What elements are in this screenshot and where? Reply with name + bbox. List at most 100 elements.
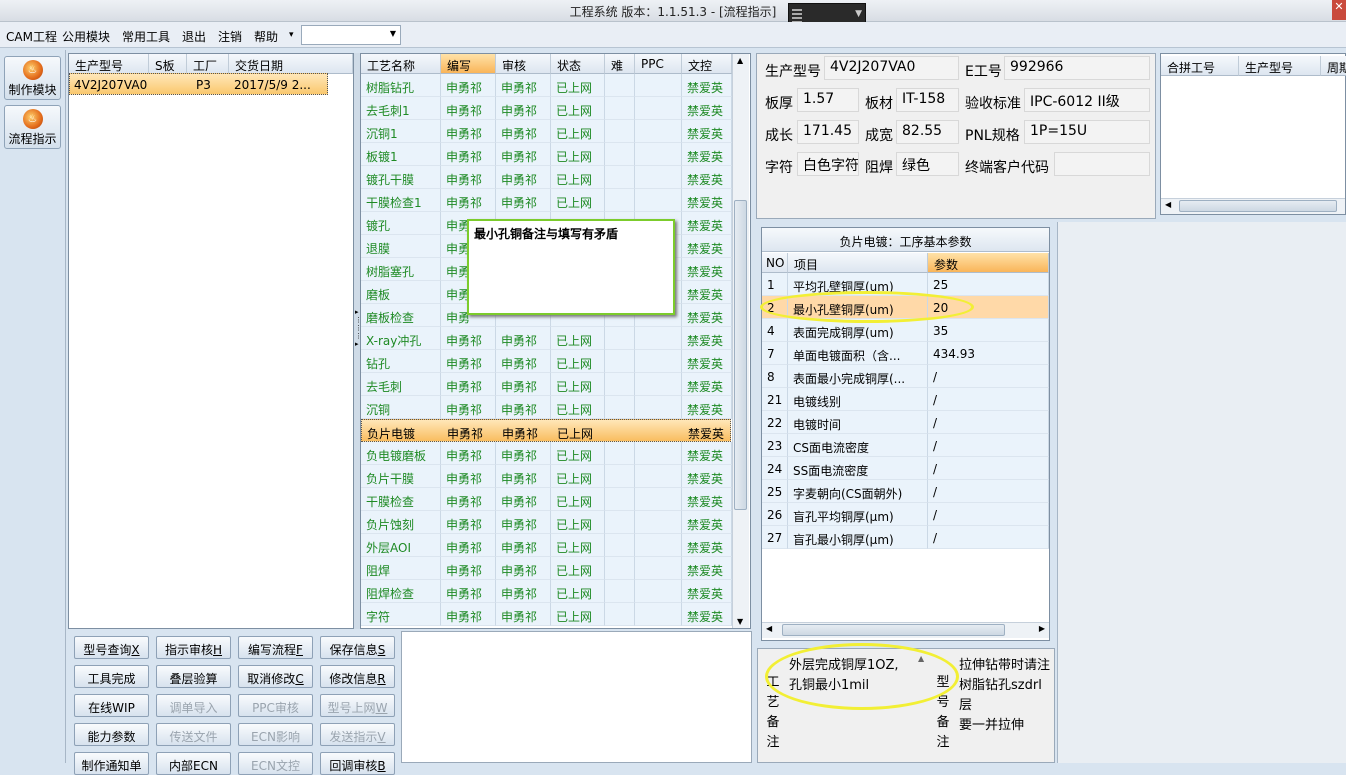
standard-field[interactable]: IPC-6012 II级 bbox=[1024, 88, 1150, 112]
horizontal-scrollbar[interactable]: ◀ ▶ bbox=[762, 622, 1049, 638]
edit-flow-button[interactable]: 编写流程F bbox=[238, 636, 313, 659]
online-wip-button[interactable]: 在线WIP bbox=[74, 694, 149, 717]
col-header-ppc[interactable]: PPC bbox=[635, 54, 682, 74]
table-row[interactable]: 25 字麦朝向(CS面朝外) / bbox=[762, 480, 1049, 503]
col-header-reviewer[interactable]: 审核 bbox=[496, 54, 551, 74]
table-row[interactable]: 26 盲孔平均铜厚(μm) / bbox=[762, 503, 1049, 526]
scrollbar-thumb[interactable] bbox=[734, 200, 747, 510]
col-header-doc[interactable]: 文控 bbox=[682, 54, 732, 74]
nav-make-module[interactable]: ♨ 制作模块 bbox=[4, 56, 61, 100]
ppc-review-button[interactable]: PPC审核 bbox=[238, 694, 313, 717]
table-row[interactable]: 负电镀磨板 申勇祁 申勇祁 已上网 禁爱英 bbox=[361, 442, 732, 465]
col-header-item[interactable]: 项目 bbox=[788, 253, 928, 273]
width-field[interactable]: 82.55 bbox=[896, 120, 959, 144]
table-row[interactable]: 树脂钻孔 申勇祁 申勇祁 已上网 禁爱英 bbox=[361, 74, 732, 97]
col-header-s[interactable]: S板 bbox=[149, 54, 187, 74]
import-order-button[interactable]: 调单导入 bbox=[156, 694, 231, 717]
length-field[interactable]: 171.45 bbox=[797, 120, 859, 144]
send-file-button[interactable]: 传送文件 bbox=[156, 723, 231, 746]
callback-review-button[interactable]: 回调审核B bbox=[320, 752, 395, 775]
table-row[interactable]: 阻焊 申勇祁 申勇祁 已上网 禁爱英 bbox=[361, 557, 732, 580]
menu-logout[interactable]: 注销 bbox=[218, 28, 242, 45]
table-row[interactable]: 24 SS面电流密度 / bbox=[762, 457, 1049, 480]
menu-common-module[interactable]: 公用模块 bbox=[62, 28, 110, 45]
menu-tools[interactable]: 常用工具 bbox=[122, 28, 170, 45]
table-row[interactable]: 去毛刺 申勇祁 申勇祁 已上网 禁爱英 bbox=[361, 373, 732, 396]
model-field[interactable]: 4V2J207VA0 bbox=[824, 56, 959, 80]
table-row[interactable]: 1 平均孔壁铜厚(um) 25 bbox=[762, 273, 1049, 296]
col-header-process[interactable]: 工艺名称 bbox=[361, 54, 441, 74]
capability-params-button[interactable]: 能力参数 bbox=[74, 723, 149, 746]
table-row[interactable]: 干膜检查 申勇祁 申勇祁 已上网 禁爱英 bbox=[361, 488, 732, 511]
model-online-button[interactable]: 型号上网W bbox=[320, 694, 395, 717]
edit-info-button[interactable]: 修改信息R bbox=[320, 665, 395, 688]
cell-item: 盲孔平均铜厚(μm) bbox=[788, 503, 928, 526]
eno-field[interactable]: 992966 bbox=[1004, 56, 1150, 80]
scrollbar-thumb[interactable] bbox=[1179, 200, 1337, 212]
customer-field[interactable] bbox=[1054, 152, 1150, 176]
make-notice-button[interactable]: 制作通知单 bbox=[74, 752, 149, 775]
thickness-field[interactable]: 1.57 bbox=[797, 88, 859, 112]
close-button[interactable]: ✕ bbox=[1332, 0, 1346, 20]
table-row[interactable]: 22 电镀时间 / bbox=[762, 411, 1049, 434]
menu-exit[interactable]: 退出 bbox=[182, 28, 206, 45]
table-row[interactable]: 21 电镀线别 / bbox=[762, 388, 1049, 411]
col-header-factory[interactable]: 工厂 bbox=[187, 54, 229, 74]
table-row[interactable]: 4V2J207VA0 P3 2017/5/9 2... bbox=[69, 73, 328, 95]
col-header-status[interactable]: 状态 bbox=[551, 54, 605, 74]
char-field[interactable]: 白色字符 bbox=[797, 152, 859, 176]
table-row[interactable]: 干膜检查1 申勇祁 申勇祁 已上网 禁爱英 bbox=[361, 189, 732, 212]
col-header-difficulty[interactable]: 难 bbox=[605, 54, 635, 74]
table-row[interactable]: 阻焊检查 申勇祁 申勇祁 已上网 禁爱英 bbox=[361, 580, 732, 603]
table-row[interactable]: 去毛刺1 申勇祁 申勇祁 已上网 禁爱英 bbox=[361, 97, 732, 120]
table-row[interactable]: 4 表面完成铜厚(um) 35 bbox=[762, 319, 1049, 342]
horizontal-scrollbar[interactable]: ◀ bbox=[1161, 198, 1345, 214]
table-row[interactable]: 负片电镀 申勇祁 申勇祁 已上网 禁爱英 bbox=[361, 419, 731, 442]
col-header-no[interactable]: NO bbox=[762, 253, 788, 273]
pnl-field[interactable]: 1P=15U bbox=[1024, 120, 1150, 144]
table-row[interactable]: 镀孔干膜 申勇祁 申勇祁 已上网 禁爱英 bbox=[361, 166, 732, 189]
ecn-doc-button[interactable]: ECN文控 bbox=[238, 752, 313, 775]
table-row[interactable]: 外层AOI 申勇祁 申勇祁 已上网 禁爱英 bbox=[361, 534, 732, 557]
stack-calc-button[interactable]: 叠层验算 bbox=[156, 665, 231, 688]
col-header-param[interactable]: 参数 bbox=[928, 253, 1049, 273]
menu-cam[interactable]: CAM工程 bbox=[6, 28, 57, 45]
process-note-field[interactable]: 外层完成铜厚1OZ, 孔铜最小1mil bbox=[784, 652, 930, 762]
table-row[interactable]: 27 盲孔最小铜厚(μm) / bbox=[762, 526, 1049, 549]
material-field[interactable]: IT-158 bbox=[896, 88, 959, 112]
send-guide-button[interactable]: 发送指示V bbox=[320, 723, 395, 746]
scrollbar-thumb[interactable] bbox=[782, 624, 1005, 636]
ecn-impact-button[interactable]: ECN影响 bbox=[238, 723, 313, 746]
mask-field[interactable]: 绿色 bbox=[896, 152, 959, 176]
review-guide-button[interactable]: 指示审核H bbox=[156, 636, 231, 659]
nav-flow-guide[interactable]: ♨ 流程指示 bbox=[4, 105, 61, 149]
table-row[interactable]: 沉铜 申勇祁 申勇祁 已上网 禁爱英 bbox=[361, 396, 732, 419]
table-row[interactable]: 7 单面电镀面积（含... 434.93 bbox=[762, 342, 1049, 365]
table-row[interactable]: 钻孔 申勇祁 申勇祁 已上网 禁爱英 bbox=[361, 350, 732, 373]
table-row[interactable]: 23 CS面电流密度 / bbox=[762, 434, 1049, 457]
table-row[interactable]: 沉铜1 申勇祁 申勇祁 已上网 禁爱英 bbox=[361, 120, 732, 143]
table-row[interactable]: 字符 申勇祁 申勇祁 已上网 禁爱英 bbox=[361, 603, 732, 626]
table-row[interactable]: 8 表面最小完成铜厚(... / bbox=[762, 365, 1049, 388]
table-row[interactable]: 2 最小孔壁铜厚(um) 20 bbox=[762, 296, 1049, 319]
table-row[interactable]: 负片蚀刻 申勇祁 申勇祁 已上网 禁爱英 bbox=[361, 511, 732, 534]
col-header-model[interactable]: 生产型号 bbox=[69, 54, 149, 74]
col-header-merge-cycle[interactable]: 周期 bbox=[1321, 56, 1346, 76]
col-header-merge-model[interactable]: 生产型号 bbox=[1239, 56, 1321, 76]
table-row[interactable]: X-ray冲孔 申勇祁 申勇祁 已上网 禁爱英 bbox=[361, 327, 732, 350]
model-query-button[interactable]: 型号查询X bbox=[74, 636, 149, 659]
save-info-button[interactable]: 保存信息S bbox=[320, 636, 395, 659]
col-header-merge-no[interactable]: 合拼工号 bbox=[1161, 56, 1239, 76]
table-row[interactable]: 负片干膜 申勇祁 申勇祁 已上网 禁爱英 bbox=[361, 465, 732, 488]
table-row[interactable]: 板镀1 申勇祁 申勇祁 已上网 禁爱英 bbox=[361, 143, 732, 166]
merge-table: 合拼工号 生产型号 周期 ◀ bbox=[1160, 53, 1346, 215]
model-note-field[interactable]: 拉伸钻带时请注 树脂钻孔szdrl层 要一并拉伸 bbox=[954, 652, 1054, 762]
col-header-writer[interactable]: 编写 bbox=[441, 54, 496, 74]
cancel-edit-button[interactable]: 取消修改C bbox=[238, 665, 313, 688]
tool-done-button[interactable]: 工具完成 bbox=[74, 665, 149, 688]
menu-help[interactable]: 帮助 bbox=[254, 28, 278, 45]
internal-ecn-button[interactable]: 内部ECN bbox=[156, 752, 231, 775]
menu-combo-box[interactable]: ▼ bbox=[301, 25, 401, 45]
menu-overflow[interactable]: ▾ bbox=[289, 30, 294, 40]
col-header-date[interactable]: 交货日期 bbox=[229, 54, 353, 74]
